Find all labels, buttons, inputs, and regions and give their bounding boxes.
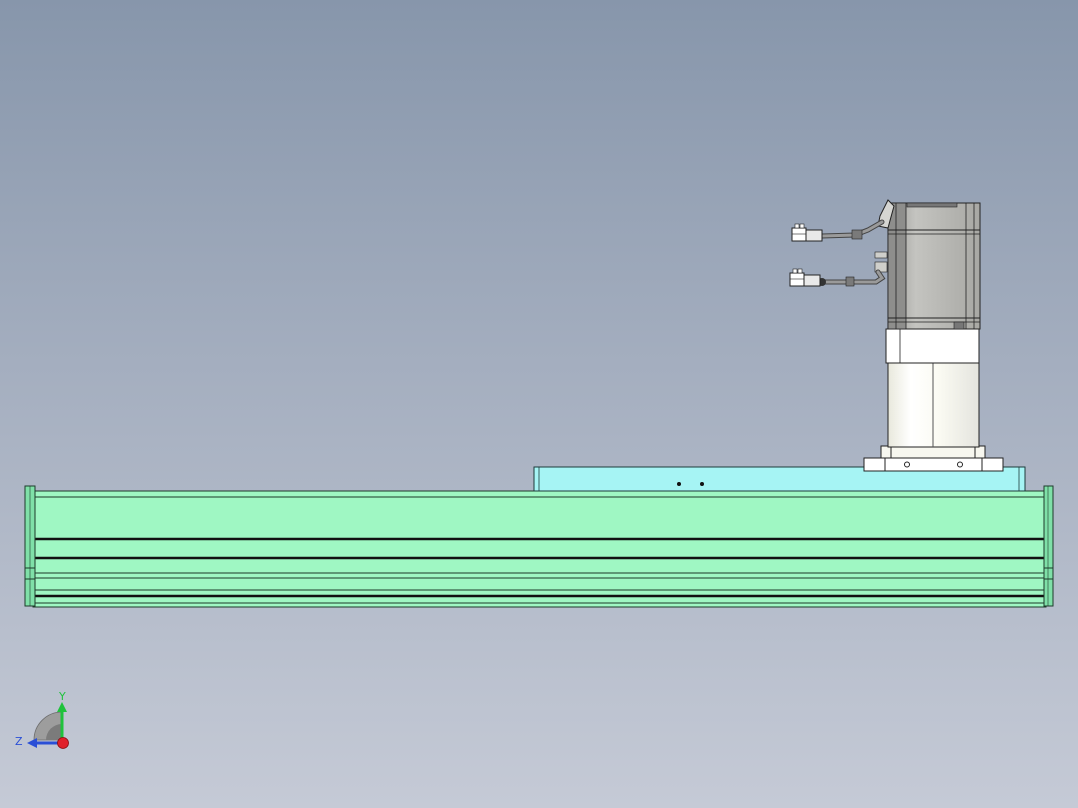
cad-viewport[interactable]: Y Z xyxy=(0,0,1078,808)
x-axis-dot xyxy=(57,737,69,749)
rail-end-cap-left[interactable] xyxy=(24,485,36,607)
z-axis-label: Z xyxy=(15,735,23,748)
y-axis-label: Y xyxy=(58,690,66,703)
z-axis-arrow-head xyxy=(27,738,37,748)
coupling-housing[interactable] xyxy=(885,328,980,448)
linear-rail[interactable] xyxy=(32,490,1047,608)
power-connector[interactable] xyxy=(789,268,821,287)
y-axis-arrow-head xyxy=(57,702,67,712)
cad-scene[interactable]: Y Z xyxy=(0,0,1078,808)
orientation-triad[interactable]: Y Z xyxy=(15,690,69,749)
motor-mount-flange[interactable] xyxy=(863,445,1004,472)
encoder-connector[interactable] xyxy=(791,223,823,242)
encoder-cable[interactable] xyxy=(819,219,885,240)
rail-end-cap-right[interactable] xyxy=(1043,485,1054,607)
power-cable[interactable] xyxy=(818,269,886,287)
servo-motor-body[interactable] xyxy=(874,202,981,330)
